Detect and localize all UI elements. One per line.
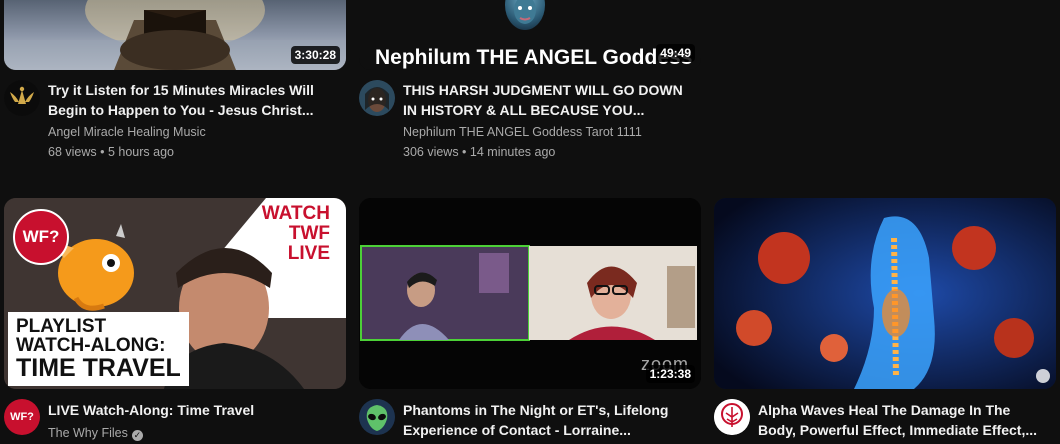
twf-text: TWF — [288, 223, 330, 244]
video-title[interactable]: Phantoms in The Night or ET's, Lifelong … — [403, 400, 693, 440]
video-title[interactable]: LIVE Watch-Along: Time Travel — [48, 400, 338, 420]
time-travel-text: TIME TRAVEL — [16, 354, 181, 382]
thumb-title-text: Nephilum THE ANGEL Goddess — [375, 46, 693, 69]
channel-avatar[interactable]: WF? — [4, 399, 40, 435]
video-card-alpha-waves[interactable]: Alpha Waves Heal The Damage In The Body,… — [714, 198, 1056, 444]
video-title[interactable]: THIS HARSH JUDGMENT WILL GO DOWN IN HIST… — [403, 80, 693, 120]
channel-avatar[interactable] — [714, 399, 750, 435]
video-card-nephilum[interactable]: Nephilum THE ANGEL Goddess 49:49 THIS HA… — [359, 0, 701, 170]
channel-avatar[interactable] — [4, 80, 40, 116]
video-thumbnail[interactable]: zoom 1:23:38 — [359, 198, 701, 389]
video-title[interactable]: Alpha Waves Heal The Damage In The Body,… — [758, 400, 1048, 440]
video-card-phantoms[interactable]: zoom 1:23:38 Phantoms in The Night or ET… — [359, 198, 701, 444]
verified-check-icon: ✓ — [131, 430, 143, 441]
video-title[interactable]: Try it Listen for 15 Minutes Miracles Wi… — [48, 80, 338, 120]
playlist-text: PLAYLIST — [16, 316, 107, 337]
wf-logo-badge: WF? — [13, 209, 69, 265]
video-metadata: 306 views • 14 minutes ago — [403, 145, 556, 159]
alien-avatar-icon — [359, 399, 395, 435]
channel-watermark-icon — [1036, 369, 1050, 383]
video-metadata: 68 views • 5 hours ago — [48, 145, 174, 159]
body-healing-illustration-image — [714, 198, 1056, 389]
watch-text: WATCH — [261, 203, 330, 224]
channel-avatar[interactable] — [359, 80, 395, 116]
channel-name[interactable]: The Why Files — [48, 426, 128, 440]
video-card-why-files[interactable]: WF? WATCH TWF LIVE PLAYLIST WATCH-ALONG:… — [4, 198, 346, 444]
video-card-angel-miracle[interactable]: 3:30:28 Try it Listen for 15 Minutes Mir… — [4, 0, 346, 170]
watch-along-text: WATCH-ALONG: — [16, 335, 166, 356]
video-thumbnail[interactable] — [714, 198, 1056, 389]
video-duration: 49:49 — [656, 44, 695, 62]
video-thumbnail[interactable]: WF? WATCH TWF LIVE PLAYLIST WATCH-ALONG:… — [4, 198, 346, 389]
channel-name[interactable]: Angel Miracle Healing Music — [48, 125, 206, 139]
goddess-face-avatar-icon — [359, 80, 395, 116]
video-thumbnail[interactable]: Nephilum THE ANGEL Goddess 49:49 — [359, 0, 701, 70]
golden-angel-logo-icon — [4, 80, 40, 116]
channel-name-row[interactable]: The Why Files ✓ — [48, 426, 143, 441]
channel-name[interactable]: Nephilum THE ANGEL Goddess Tarot 1111 — [403, 125, 642, 139]
video-duration: 1:23:38 — [645, 365, 695, 383]
channel-avatar[interactable] — [359, 399, 395, 435]
playlist-title-box: PLAYLIST WATCH-ALONG: TIME TRAVEL — [8, 312, 189, 386]
wf-avatar-text: WF? — [10, 411, 34, 423]
live-text: LIVE — [287, 243, 330, 264]
tree-logo-avatar-icon — [714, 399, 750, 435]
video-thumbnail[interactable]: 3:30:28 — [4, 0, 346, 70]
thumb-avatar-image — [505, 0, 545, 30]
watch-twf-live-label: WATCH TWF LIVE — [262, 204, 330, 264]
video-duration: 3:30:28 — [290, 46, 340, 64]
